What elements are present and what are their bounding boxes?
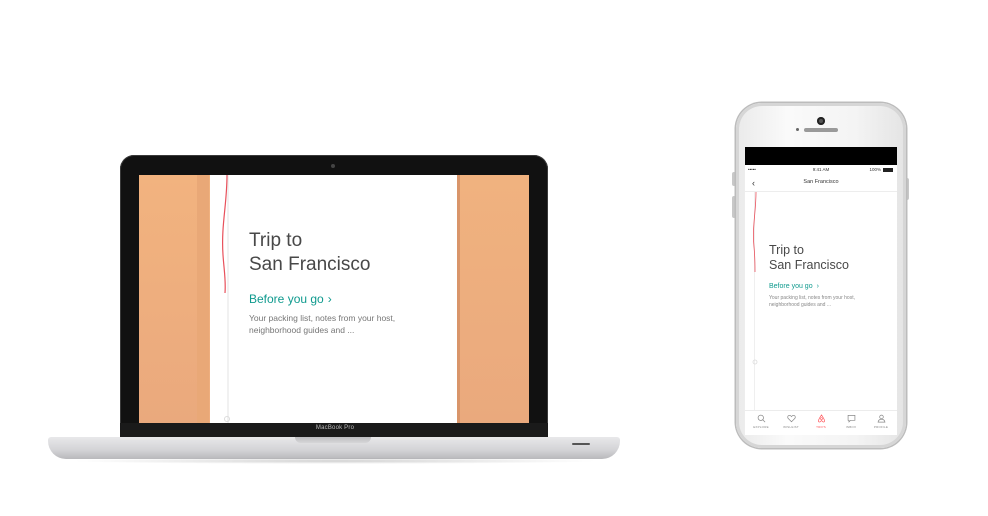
message-icon: [847, 414, 855, 423]
tab-bar: EXPLORE WISHLIST TRIPS INBOX PROFILE: [745, 410, 897, 435]
laptop-shadow: [70, 458, 600, 464]
before-you-go-link[interactable]: Before you go ›: [249, 292, 332, 306]
phone-front-camera: [817, 117, 825, 125]
battery-indicator: 100%: [869, 167, 893, 172]
search-icon: [757, 414, 765, 423]
trip-title: Trip to San Francisco: [769, 243, 849, 272]
tab-trips[interactable]: TRIPS: [807, 414, 835, 429]
laptop-camera: [331, 164, 335, 168]
peach-background-left: [139, 175, 197, 423]
tab-wishlist[interactable]: WISHLIST: [777, 414, 805, 429]
nav-divider: [745, 191, 897, 192]
peach-right-edge: [457, 175, 460, 423]
before-you-go-label: Before you go: [249, 292, 324, 306]
tab-profile[interactable]: PROFILE: [867, 414, 895, 429]
laptop-notch: [295, 437, 371, 443]
timeline-dot: [224, 416, 230, 422]
trip-card: [210, 175, 457, 423]
tab-label-explore: EXPLORE: [753, 425, 769, 429]
before-you-go-description: Your packing list, notes from your host,…: [249, 313, 396, 335]
tab-inbox[interactable]: INBOX: [837, 414, 865, 429]
battery-icon: [883, 167, 893, 172]
before-you-go-label: Before you go: [769, 283, 813, 290]
heart-icon: [786, 415, 796, 423]
airbnb-logo-icon: [817, 414, 825, 423]
tab-label-trips: TRIPS: [816, 425, 826, 429]
phone-top-black-bar: [745, 147, 897, 165]
before-you-go-link[interactable]: Before you go ›: [769, 283, 819, 290]
tab-label-inbox: INBOX: [845, 425, 857, 429]
laptop-screen: Trip to San Francisco Before you go › You…: [139, 175, 529, 423]
tab-label-wishlist: WISHLIST: [783, 425, 799, 429]
tab-label-profile: PROFILE: [873, 425, 889, 429]
timeline-dot: [752, 359, 758, 365]
chevron-right-icon: ›: [816, 283, 819, 290]
tab-explore[interactable]: EXPLORE: [747, 414, 775, 429]
phone-speaker: [804, 128, 838, 132]
status-bar: ••••• 9:41 AM 100%: [745, 167, 897, 175]
battery-percent: 100%: [869, 167, 881, 172]
phone-screen: ••••• 9:41 AM 100% ‹ San Francisco Trip …: [745, 147, 897, 435]
laptop-brand-label: MacBook Pro: [315, 425, 355, 431]
peach-background-right: [457, 175, 529, 423]
timeline-red-curve: [753, 192, 757, 272]
phone-sensor: [796, 128, 799, 131]
trip-title: Trip to San Francisco: [249, 230, 371, 275]
timeline-red-curve: [222, 175, 228, 294]
before-you-go-description: Your packing list, notes from your host,…: [769, 295, 855, 308]
user-icon: [877, 414, 885, 423]
nav-title: San Francisco: [803, 179, 839, 185]
laptop-slot: [572, 443, 590, 445]
chevron-right-icon: ›: [327, 292, 332, 306]
peach-strip: [197, 175, 209, 423]
